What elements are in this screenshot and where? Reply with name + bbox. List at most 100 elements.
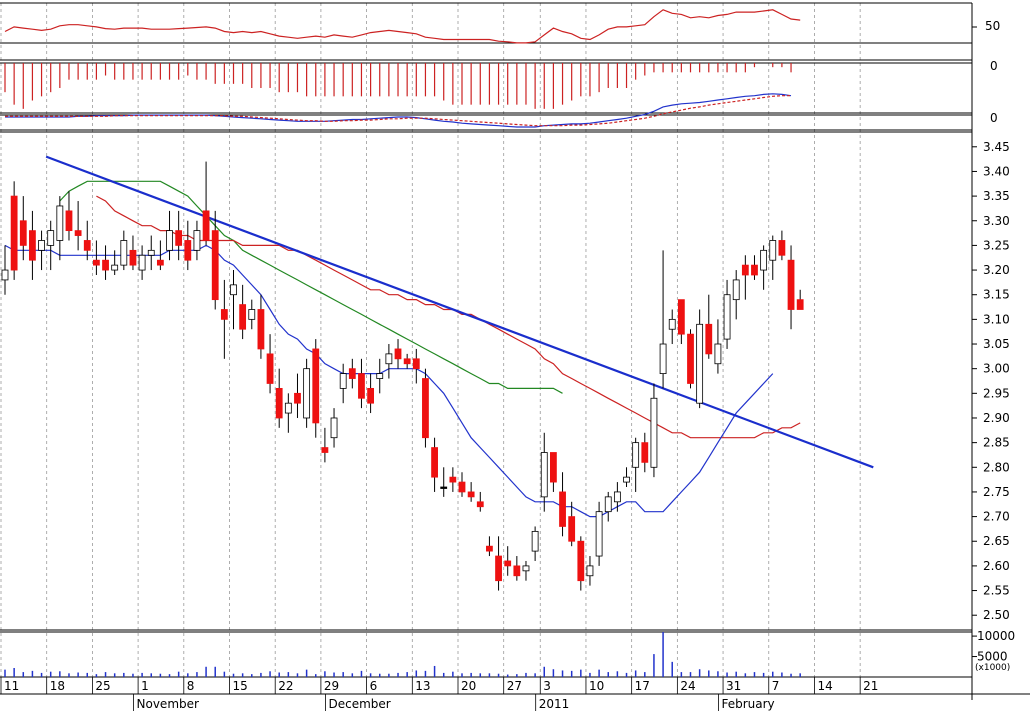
candle-body-69 bbox=[632, 442, 640, 468]
volume-unit-label: (x1000) bbox=[975, 663, 1010, 673]
macd-line bbox=[5, 93, 792, 128]
price-tick-label-19: 3.45 bbox=[983, 140, 1010, 154]
stock-chart: 50 0 0 2.50 2.55 2.60 2.65 2.70 2.75 2.80 2.85 2.90… bbox=[0, 0, 1030, 711]
candle-body-76 bbox=[696, 323, 704, 404]
x-tick-label-3: 1 bbox=[141, 679, 149, 693]
price-tick-label-3: 2.65 bbox=[983, 534, 1010, 548]
price-tick-label-17: 3.35 bbox=[983, 189, 1010, 203]
candle-body-45 bbox=[412, 358, 420, 370]
price-tick-label-4: 2.70 bbox=[983, 510, 1010, 524]
volume-tick-label-1: 10000 bbox=[977, 629, 1015, 643]
candle-body-59 bbox=[540, 452, 548, 498]
x-tick-label-14: 17 bbox=[635, 679, 650, 693]
x-tick-label-7: 29 bbox=[324, 679, 339, 693]
candle-body-49 bbox=[449, 476, 457, 483]
candle-body-84 bbox=[769, 240, 777, 261]
candle-body-38 bbox=[348, 368, 356, 379]
candle-body-4 bbox=[38, 240, 45, 251]
x-tick-label-18: 14 bbox=[817, 679, 832, 693]
volume-tick-label-0: 5000 bbox=[977, 650, 1008, 664]
candle-body-48 bbox=[440, 486, 448, 489]
candle-body-62 bbox=[568, 516, 576, 542]
candle-body-28 bbox=[257, 309, 265, 350]
x-tick-label-2: 25 bbox=[95, 679, 110, 693]
x-tick-label-4: 8 bbox=[187, 679, 195, 693]
x-tick-label-0: 11 bbox=[4, 679, 19, 693]
candle-body-43 bbox=[394, 348, 402, 360]
momentum-zero-label: 0 bbox=[990, 59, 998, 73]
candle-body-85 bbox=[778, 240, 786, 256]
candle-body-83 bbox=[760, 249, 768, 271]
candle-body-51 bbox=[467, 491, 475, 498]
candle-body-8 bbox=[74, 230, 82, 236]
x-tick-label-5: 15 bbox=[233, 679, 248, 693]
candle-body-13 bbox=[120, 240, 128, 266]
candle-body-15 bbox=[138, 254, 146, 271]
candle-body-30 bbox=[275, 387, 283, 419]
candle-body-79 bbox=[723, 294, 731, 340]
x-tick-label-8: 6 bbox=[370, 679, 378, 693]
candle-body-78 bbox=[714, 343, 722, 365]
candle-body-75 bbox=[687, 333, 694, 384]
price-tick-label-5: 2.75 bbox=[983, 485, 1010, 499]
candle-body-63 bbox=[577, 540, 585, 582]
candle-body-80 bbox=[732, 279, 740, 301]
candle-body-53 bbox=[486, 545, 493, 552]
rsi-tick-label: 50 bbox=[985, 19, 1000, 33]
x-tick-label-11: 27 bbox=[507, 679, 522, 693]
price-tick-label-8: 2.90 bbox=[983, 411, 1010, 425]
candle-body-17 bbox=[156, 259, 164, 266]
candle-body-58 bbox=[531, 530, 539, 552]
candle-body-42 bbox=[385, 353, 393, 365]
month-label-1: December bbox=[328, 697, 390, 711]
price-tick-label-1: 2.55 bbox=[983, 584, 1010, 598]
price-tick-label-16: 3.30 bbox=[983, 214, 1010, 228]
price-tick-label-18: 3.40 bbox=[983, 164, 1010, 178]
price-tick-label-14: 3.20 bbox=[983, 263, 1010, 277]
candle-body-3 bbox=[29, 230, 36, 261]
candle-body-65 bbox=[595, 511, 603, 557]
candle-body-41 bbox=[376, 373, 384, 379]
candle-body-35 bbox=[321, 447, 329, 453]
candle-body-71 bbox=[650, 397, 658, 468]
candle-body-44 bbox=[403, 358, 411, 365]
candle-body-67 bbox=[613, 491, 621, 503]
candle-body-81 bbox=[741, 264, 749, 276]
candle-body-6 bbox=[56, 205, 64, 241]
x-tick-label-16: 31 bbox=[726, 679, 741, 693]
candle-body-32 bbox=[294, 392, 301, 404]
x-tick-label-10: 20 bbox=[461, 679, 476, 693]
candle-body-5 bbox=[47, 230, 55, 246]
price-tick-label-6: 2.80 bbox=[983, 460, 1010, 474]
chart-canvas: 50002.502.552.602.652.702.752.802.852.90… bbox=[0, 2, 1030, 711]
candle-body-10 bbox=[93, 259, 100, 266]
candle-body-47 bbox=[431, 447, 438, 478]
candle-body-21 bbox=[193, 230, 201, 251]
candle-body-27 bbox=[248, 309, 256, 320]
candle-body-73 bbox=[668, 318, 676, 330]
candle-body-87 bbox=[796, 299, 804, 310]
candle-body-33 bbox=[303, 368, 311, 419]
candle-body-23 bbox=[211, 230, 219, 301]
x-tick-label-19: 21 bbox=[863, 679, 878, 693]
price-tick-label-7: 2.85 bbox=[983, 436, 1010, 450]
candle-body-11 bbox=[102, 259, 109, 271]
candle-body-31 bbox=[284, 402, 292, 414]
month-label-0: November bbox=[137, 697, 199, 711]
macd-signal-line bbox=[5, 95, 791, 127]
candle-body-55 bbox=[504, 560, 512, 567]
candle-body-2 bbox=[19, 220, 27, 246]
candle-body-9 bbox=[83, 240, 91, 251]
candle-body-20 bbox=[184, 240, 192, 261]
candle-body-24 bbox=[220, 309, 228, 320]
x-tick-label-15: 24 bbox=[680, 679, 695, 693]
candle-body-57 bbox=[522, 565, 530, 572]
price-tick-label-15: 3.25 bbox=[983, 238, 1010, 252]
rsi-line bbox=[4, 9, 801, 44]
x-tick-label-1: 18 bbox=[50, 679, 65, 693]
price-tick-label-0: 2.50 bbox=[983, 608, 1010, 622]
candle-body-18 bbox=[166, 230, 173, 251]
candle-body-56 bbox=[513, 565, 521, 577]
x-tick-label-12: 3 bbox=[543, 679, 551, 693]
candle-body-70 bbox=[641, 442, 649, 463]
